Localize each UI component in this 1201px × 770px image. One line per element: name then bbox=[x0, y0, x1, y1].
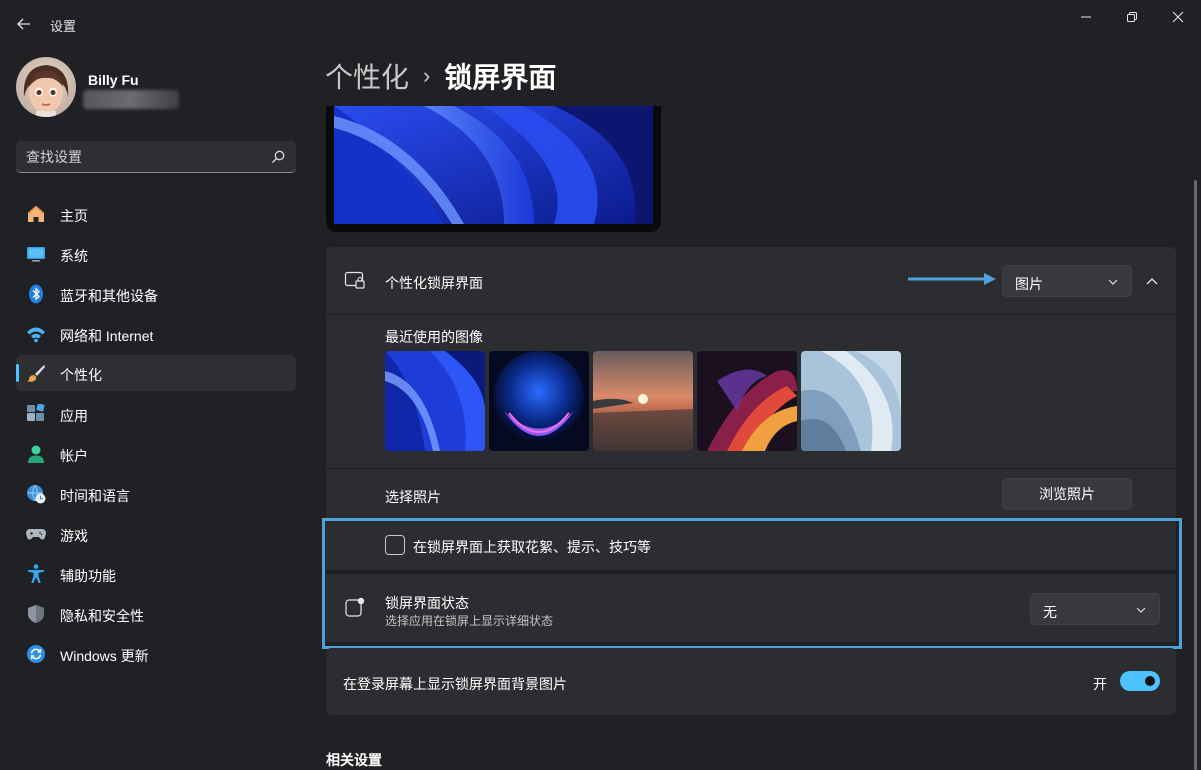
choose-photo-label: 选择照片 bbox=[385, 489, 441, 505]
close-button[interactable] bbox=[1155, 0, 1201, 34]
sidebar-item-label: 应用 bbox=[60, 408, 88, 424]
sidebar-item-accessibility[interactable]: 辅助功能 bbox=[16, 556, 296, 592]
breadcrumb: 个性化 › 锁屏界面 bbox=[325, 56, 556, 96]
chevron-down-icon bbox=[1108, 279, 1118, 285]
breadcrumb-separator: › bbox=[423, 63, 431, 88]
recent-image-3[interactable] bbox=[593, 351, 693, 451]
home-icon bbox=[27, 205, 45, 222]
selection-indicator bbox=[16, 364, 19, 382]
sidebar-item-label: 游戏 bbox=[60, 528, 88, 544]
chevron-up-icon[interactable] bbox=[1145, 275, 1159, 287]
sidebar-item-label: 个性化 bbox=[60, 367, 102, 383]
search-input[interactable] bbox=[26, 141, 266, 172]
sidebar-item-label: 主页 bbox=[60, 208, 88, 224]
signin-background-label: 在登录屏幕上显示锁屏界面背景图片 bbox=[343, 676, 567, 692]
apps-icon bbox=[27, 404, 45, 421]
title-bar: 设置 bbox=[0, 0, 1201, 48]
sidebar-item-label: 隐私和安全性 bbox=[60, 608, 144, 624]
user-email-redacted bbox=[83, 90, 179, 109]
related-settings-title: 相关设置 bbox=[326, 752, 382, 768]
sidebar-item-label: 网络和 Internet bbox=[60, 328, 154, 344]
recent-image-1[interactable] bbox=[385, 351, 485, 451]
system-icon bbox=[27, 247, 45, 262]
account-icon bbox=[28, 445, 44, 463]
user-name: Billy Fu bbox=[88, 72, 139, 88]
sidebar-item-gaming[interactable]: 游戏 bbox=[16, 516, 296, 552]
personalize-lockscreen-row[interactable]: 个性化锁屏界面 图片 bbox=[326, 247, 1176, 315]
minimize-icon bbox=[1081, 16, 1091, 18]
sidebar-item-privacy[interactable]: 隐私和安全性 bbox=[16, 596, 296, 632]
lockscreen-monitor-icon bbox=[344, 271, 365, 289]
close-icon bbox=[1172, 11, 1184, 23]
annotation-highlight-box bbox=[322, 518, 1182, 649]
personalize-lockscreen-dropdown[interactable]: 图片 bbox=[1002, 265, 1132, 297]
sidebar-item-time-language[interactable]: 时间和语言 bbox=[16, 476, 296, 512]
recent-image-2[interactable] bbox=[489, 351, 589, 451]
page-title: 锁屏界面 bbox=[444, 62, 557, 93]
choose-photo-row: 选择照片 浏览照片 bbox=[326, 469, 1176, 519]
sidebar-item-network[interactable]: 网络和 Internet bbox=[16, 316, 296, 352]
lockscreen-preview-image bbox=[334, 106, 653, 224]
bluetooth-icon bbox=[29, 284, 43, 304]
toggle-state-label: 开 bbox=[1093, 676, 1107, 692]
annotation-arrow-icon bbox=[908, 273, 996, 285]
signin-background-toggle[interactable] bbox=[1120, 671, 1160, 691]
brush-icon bbox=[27, 365, 45, 382]
accessibility-icon bbox=[28, 564, 44, 583]
recent-image-5[interactable] bbox=[801, 351, 901, 451]
sidebar-item-label: 辅助功能 bbox=[60, 568, 116, 584]
restore-button[interactable] bbox=[1109, 0, 1155, 34]
sidebar-item-label: 时间和语言 bbox=[60, 488, 130, 504]
sidebar-item-apps[interactable]: 应用 bbox=[16, 396, 296, 432]
recent-image-4[interactable] bbox=[697, 351, 797, 451]
time-language-icon bbox=[27, 484, 46, 504]
shield-icon bbox=[28, 605, 44, 623]
avatar[interactable] bbox=[16, 57, 76, 117]
search-icon[interactable] bbox=[270, 149, 286, 165]
sidebar-item-system[interactable]: 系统 bbox=[16, 236, 296, 272]
sidebar-item-windows-update[interactable]: Windows 更新 bbox=[16, 636, 296, 672]
update-icon bbox=[27, 645, 45, 663]
restore-icon bbox=[1127, 12, 1137, 22]
back-arrow-icon[interactable] bbox=[12, 12, 36, 36]
browse-photos-button[interactable]: 浏览照片 bbox=[1002, 478, 1132, 510]
sidebar-item-label: Windows 更新 bbox=[60, 648, 149, 664]
recent-images-label: 最近使用的图像 bbox=[385, 329, 483, 345]
sidebar-item-accounts[interactable]: 帐户 bbox=[16, 436, 296, 472]
wifi-icon bbox=[27, 327, 45, 343]
gamepad-icon bbox=[26, 529, 46, 540]
signin-background-row[interactable]: 在登录屏幕上显示锁屏界面背景图片 开 bbox=[326, 648, 1176, 715]
sidebar-item-label: 系统 bbox=[60, 248, 88, 264]
search-box[interactable] bbox=[16, 141, 296, 173]
toggle-knob bbox=[1145, 676, 1155, 686]
sidebar-item-home[interactable]: 主页 bbox=[16, 196, 296, 232]
scrollbar[interactable] bbox=[1194, 180, 1197, 770]
breadcrumb-parent[interactable]: 个性化 bbox=[325, 56, 409, 96]
sidebar-item-bluetooth[interactable]: 蓝牙和其他设备 bbox=[16, 276, 296, 312]
dropdown-value: 图片 bbox=[1015, 276, 1043, 292]
sidebar-item-label: 帐户 bbox=[60, 448, 88, 464]
lockscreen-preview bbox=[326, 106, 661, 232]
app-title: 设置 bbox=[50, 19, 77, 34]
minimize-button[interactable] bbox=[1063, 0, 1109, 34]
sidebar-item-label: 蓝牙和其他设备 bbox=[60, 288, 158, 304]
sidebar-item-personalization[interactable]: 个性化 bbox=[16, 355, 296, 391]
personalize-lockscreen-title: 个性化锁屏界面 bbox=[385, 275, 483, 291]
